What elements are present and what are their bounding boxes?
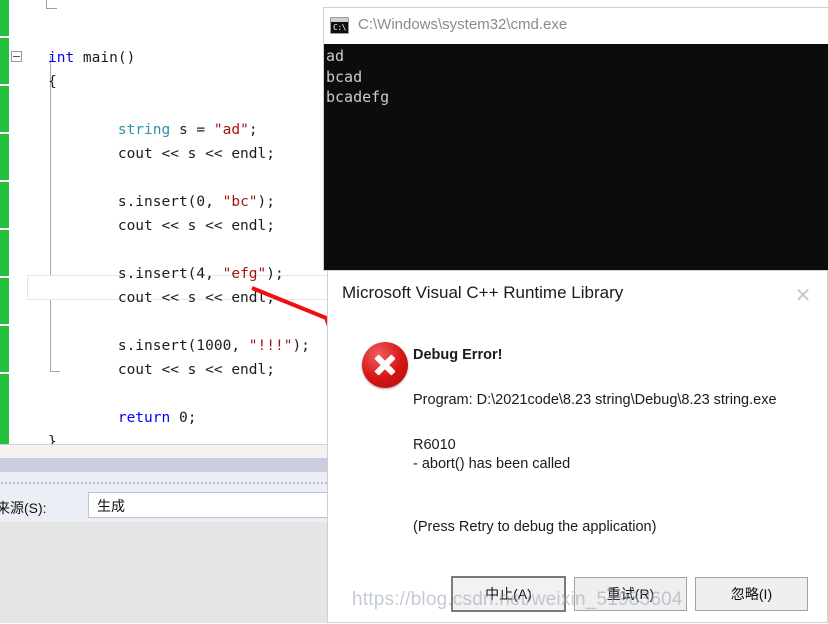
source-combobox[interactable]: 生成	[88, 492, 328, 518]
code-line: int main()	[48, 50, 136, 66]
dialog-error-detail: - abort() has been called	[413, 456, 571, 472]
code-line: {	[48, 74, 57, 90]
dialog-title: Microsoft Visual C++ Runtime Library	[342, 283, 624, 302]
error-circle-icon	[362, 342, 408, 388]
console-line: ad	[326, 47, 345, 65]
change-tracking-bar	[0, 0, 9, 444]
runtime-error-dialog[interactable]: Microsoft Visual C++ Runtime Library ✕ D…	[327, 270, 828, 623]
dialog-message-body: Debug Error! Program: D:\2021code\8.23 s…	[413, 346, 813, 537]
cmd-console-window[interactable]: C:\ C:\Windows\system32\cmd.exe ad bcad bc…	[324, 8, 828, 270]
code-line: s.insert(4, "efg");	[117, 266, 284, 282]
source-code[interactable]: int main() { string s = "ad"; cout << s <…	[20, 46, 310, 454]
source-label: 来源(S):	[0, 498, 47, 518]
cmd-title-text: C:\Windows\system32\cmd.exe	[358, 16, 568, 33]
cmd-title-bar[interactable]: C:\ C:\Windows\system32\cmd.exe	[324, 8, 828, 44]
code-line: string s = "ad";	[117, 122, 258, 138]
source-label-text: 来源(S):	[0, 500, 47, 516]
cmd-console-icon: C:\	[330, 17, 349, 34]
console-line: bcadefg	[326, 88, 390, 106]
source-combobox-value: 生成	[97, 498, 125, 514]
code-line: cout << s << endl;	[117, 362, 275, 378]
dialog-hint: (Press Retry to debug the application)	[413, 519, 657, 535]
code-line: return 0;	[117, 410, 197, 426]
code-line: s.insert(0, "bc");	[117, 194, 275, 210]
code-line: cout << s << endl;	[117, 218, 275, 234]
watermark: https://blog.csdn.net/weixin_51983604	[352, 589, 683, 610]
code-line: cout << s << endl;	[117, 146, 275, 162]
outline-bracket-top-icon	[46, 0, 57, 9]
dialog-program-path: Program: D:\2021code\8.23 string\Debug\8…	[413, 392, 777, 408]
close-icon[interactable]: ✕	[791, 284, 815, 308]
cmd-console-output[interactable]: ad bcad bcadefg	[324, 44, 828, 270]
code-line: s.insert(1000, "!!!");	[117, 338, 310, 354]
console-line: bcad	[326, 67, 363, 86]
dialog-heading: Debug Error!	[413, 347, 503, 363]
dialog-error-code: R6010	[413, 437, 456, 453]
code-line: cout << s << endl;	[117, 290, 275, 306]
